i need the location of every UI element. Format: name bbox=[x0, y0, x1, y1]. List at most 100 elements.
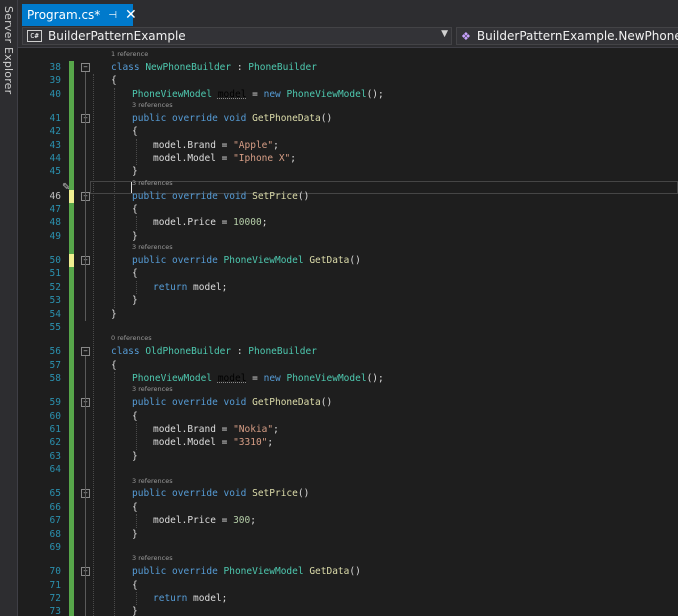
line-number: 38 bbox=[49, 61, 61, 73]
code-text: PhoneViewModel model = new PhoneViewMode… bbox=[132, 88, 384, 101]
code-token: model.Model = bbox=[153, 153, 234, 164]
code-line[interactable]: 64 bbox=[18, 463, 678, 476]
code-token: } bbox=[132, 166, 138, 178]
code-line[interactable]: 71 { bbox=[18, 579, 678, 592]
code-line[interactable]: 38 class NewPhoneBuilder : PhoneBuilder bbox=[18, 61, 678, 74]
code-line[interactable]: 65 public override void SetPrice() bbox=[18, 487, 678, 500]
code-token: ; bbox=[261, 217, 268, 229]
code-editor[interactable]: ✎ 1 reference 38 class NewPhoneBuilder : P… bbox=[18, 48, 678, 616]
indent-guide bbox=[93, 74, 94, 616]
line-number: 67 bbox=[49, 515, 61, 527]
line-number: 56 bbox=[49, 346, 61, 358]
code-line[interactable]: 47 { bbox=[18, 203, 678, 216]
code-token: model.Model = bbox=[153, 437, 234, 449]
codelens-references[interactable]: 3 references bbox=[132, 243, 173, 252]
code-line[interactable]: 63} bbox=[18, 450, 678, 463]
code-line[interactable]: 42 { bbox=[18, 125, 678, 138]
navigation-bar: C# BuilderPatternExample ▼ ❖ BuilderPatt… bbox=[18, 27, 678, 48]
class-dropdown[interactable]: ❖ BuilderPatternExample.NewPhoneBuil bbox=[456, 27, 678, 45]
line-number: 55 bbox=[49, 322, 61, 333]
code-token: public override void bbox=[132, 112, 253, 124]
code-text: public override void SetPrice() bbox=[132, 487, 309, 500]
code-token: ; bbox=[267, 437, 274, 449]
code-line[interactable]: 72 return model; bbox=[18, 592, 678, 605]
code-line[interactable]: 48 model.Price = 10000; bbox=[18, 216, 678, 229]
code-line[interactable]: 52 return model; bbox=[18, 281, 678, 294]
code-line[interactable]: 44 model.Model = "Iphone X"; bbox=[18, 152, 678, 165]
code-line[interactable]: 58 PhoneViewModel model = new PhoneViewMo… bbox=[18, 372, 678, 385]
codelens-references[interactable]: 3 references bbox=[132, 554, 173, 563]
code-text: } bbox=[132, 528, 138, 541]
code-token: OldPhoneBuilder bbox=[145, 346, 232, 358]
code-token: } bbox=[132, 528, 138, 540]
line-number: 71 bbox=[49, 579, 61, 591]
code-line[interactable]: 43 model.Brand = "Apple"; bbox=[18, 139, 678, 152]
code-line[interactable]: 46 public override void SetPrice() bbox=[18, 190, 678, 203]
collapse-outline-icon[interactable]: − bbox=[81, 347, 90, 357]
code-line[interactable]: 62 model.Model = "3310"; bbox=[18, 436, 678, 449]
code-text: { bbox=[111, 74, 117, 87]
code-token: : bbox=[231, 61, 249, 73]
code-line[interactable]: 56 class OldPhoneBuilder : PhoneBuilder bbox=[18, 345, 678, 358]
project-dropdown[interactable]: C# BuilderPatternExample ▼ bbox=[22, 27, 452, 45]
code-line[interactable]: 51 { bbox=[18, 267, 678, 280]
tab-program-cs[interactable]: Program.cs* ⊣ ✕ bbox=[22, 4, 137, 26]
code-token: } bbox=[132, 606, 138, 616]
code-line[interactable]: 53} bbox=[18, 294, 678, 307]
code-line[interactable]: 49} bbox=[18, 230, 678, 243]
code-line[interactable]: 54} bbox=[18, 308, 678, 321]
code-token: model.Brand = bbox=[153, 139, 234, 151]
codelens-references[interactable]: 3 references bbox=[132, 179, 173, 188]
code-text: public override PhoneViewModel GetData() bbox=[132, 565, 361, 578]
code-token: PhoneViewModel bbox=[132, 88, 213, 100]
pin-icon[interactable]: ⊣ bbox=[108, 10, 117, 21]
code-lines: 1 reference 38 class NewPhoneBuilder : Pho… bbox=[18, 48, 678, 616]
code-line[interactable]: 55 bbox=[18, 321, 678, 334]
code-token: ; bbox=[273, 139, 279, 151]
code-line[interactable]: 41 public override void GetPhoneData() bbox=[18, 112, 678, 125]
line-number: 66 bbox=[49, 501, 61, 513]
code-token: public override void bbox=[132, 488, 253, 500]
code-line[interactable]: 60 { bbox=[18, 410, 678, 423]
indent-guide bbox=[114, 87, 115, 308]
code-token: ; bbox=[250, 515, 256, 527]
collapse-outline-icon[interactable]: − bbox=[81, 62, 90, 72]
saved-change-marker bbox=[69, 60, 74, 616]
code-line[interactable]: 50 public override PhoneViewModel GetData… bbox=[18, 254, 678, 267]
line-number: 49 bbox=[49, 230, 61, 242]
code-line[interactable]: 45} bbox=[18, 165, 678, 178]
code-line[interactable]: 57 { bbox=[18, 359, 678, 372]
code-line[interactable]: 67 model.Price = 300; bbox=[18, 514, 678, 527]
line-number: 54 bbox=[49, 308, 61, 320]
codelens-references[interactable]: 1 reference bbox=[111, 50, 148, 59]
outline-line bbox=[85, 71, 86, 321]
code-text: model.Price = 10000; bbox=[153, 216, 267, 229]
server-explorer-rail[interactable]: Server Explorer bbox=[0, 0, 18, 616]
codelens-references[interactable]: 3 references bbox=[132, 385, 173, 394]
code-line[interactable]: 39 { bbox=[18, 74, 678, 87]
code-token: model.Price = bbox=[153, 217, 234, 229]
line-number: 69 bbox=[49, 542, 61, 553]
codelens-references[interactable]: 3 references bbox=[132, 101, 173, 110]
indent-guide bbox=[136, 280, 137, 295]
code-line[interactable]: 70 public override PhoneViewModel GetData… bbox=[18, 565, 678, 578]
code-token: return bbox=[153, 281, 194, 293]
code-line[interactable]: 66 { bbox=[18, 501, 678, 514]
code-text: { bbox=[132, 125, 138, 138]
codelens-references[interactable]: 0 references bbox=[111, 334, 152, 343]
line-number: 47 bbox=[49, 204, 61, 215]
code-line[interactable]: 73} bbox=[18, 605, 678, 616]
code-text: model.Brand = "Apple"; bbox=[153, 139, 279, 152]
code-line[interactable]: 69 bbox=[18, 541, 678, 554]
close-icon[interactable]: ✕ bbox=[125, 8, 137, 22]
codelens-references[interactable]: 3 references bbox=[132, 477, 173, 486]
code-token: () bbox=[349, 255, 361, 266]
code-line[interactable]: 61 model.Brand = "Nokia"; bbox=[18, 423, 678, 436]
server-explorer-label[interactable]: Server Explorer bbox=[2, 6, 15, 94]
line-number: 59 bbox=[49, 397, 61, 409]
code-token: () bbox=[349, 566, 361, 578]
code-line[interactable]: 59 public override void GetPhoneData() bbox=[18, 396, 678, 409]
code-token: public override void bbox=[132, 190, 253, 202]
code-line[interactable]: 40 PhoneViewModel model = new PhoneViewMo… bbox=[18, 88, 678, 101]
code-line[interactable]: 68} bbox=[18, 528, 678, 541]
